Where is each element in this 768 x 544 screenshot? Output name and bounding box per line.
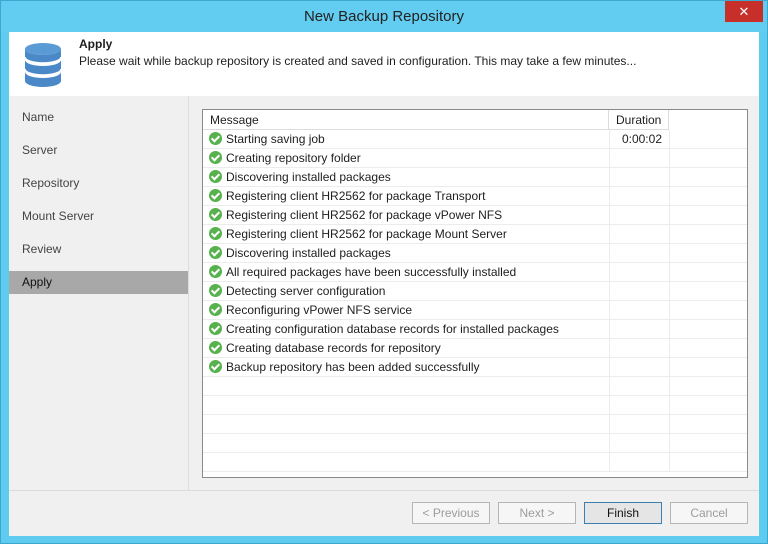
- step-title: Apply: [79, 37, 113, 51]
- database-icon: [24, 43, 62, 87]
- success-check-icon: [209, 341, 222, 354]
- wizard-window: New Backup Repository ✕ Apply Please wai…: [0, 0, 768, 544]
- row-message: Discovering installed packages: [226, 246, 391, 260]
- row-duration: [609, 225, 669, 243]
- close-icon: ✕: [738, 4, 750, 19]
- row-message: All required packages have been successf…: [226, 265, 517, 279]
- row-message: Reconfiguring vPower NFS service: [226, 303, 413, 317]
- wizard-header: Apply Please wait while backup repositor…: [9, 32, 759, 96]
- nav-item-repository[interactable]: Repository: [9, 172, 188, 195]
- row-message: Starting saving job: [226, 132, 325, 146]
- row-duration: [609, 301, 669, 319]
- row-message: Backup repository has been added success…: [226, 360, 480, 374]
- success-check-icon: [209, 360, 222, 373]
- table-row[interactable]: Detecting server configuration: [203, 282, 747, 301]
- success-check-icon: [209, 284, 222, 297]
- table-row[interactable]: Creating database records for repository: [203, 339, 747, 358]
- success-check-icon: [209, 170, 222, 183]
- nav-item-name[interactable]: Name: [9, 106, 188, 129]
- wizard-steps-nav: Name Server Repository Mount Server Revi…: [9, 96, 189, 490]
- success-check-icon: [209, 265, 222, 278]
- success-check-icon: [209, 132, 222, 145]
- table-row[interactable]: Reconfiguring vPower NFS service: [203, 301, 747, 320]
- table-row[interactable]: Discovering installed packages: [203, 168, 747, 187]
- success-check-icon: [209, 322, 222, 335]
- table-row[interactable]: Creating configuration database records …: [203, 320, 747, 339]
- table-row[interactable]: Registering client HR2562 for package vP…: [203, 206, 747, 225]
- window-title: New Backup Repository: [303, 8, 465, 25]
- row-message: Creating database records for repository: [226, 341, 441, 355]
- next-button[interactable]: Next >: [498, 502, 576, 524]
- row-duration: [609, 358, 669, 376]
- table-row[interactable]: Creating repository folder: [203, 149, 747, 168]
- row-message: Registering client HR2562 for package Mo…: [226, 227, 507, 241]
- column-header-duration[interactable]: Duration: [609, 110, 669, 130]
- empty-row: [203, 453, 747, 472]
- step-description: Please wait while backup repository is c…: [79, 54, 637, 68]
- close-button[interactable]: ✕: [725, 1, 763, 22]
- empty-row: [203, 377, 747, 396]
- table-row[interactable]: All required packages have been successf…: [203, 263, 747, 282]
- success-check-icon: [209, 227, 222, 240]
- wizard-client-area: Apply Please wait while backup repositor…: [9, 32, 759, 536]
- title-bar[interactable]: New Backup Repository ✕: [1, 1, 767, 32]
- row-duration: [609, 244, 669, 262]
- success-check-icon: [209, 151, 222, 164]
- row-duration: [609, 263, 669, 281]
- empty-row: [203, 434, 747, 453]
- row-message: Discovering installed packages: [226, 170, 391, 184]
- success-check-icon: [209, 246, 222, 259]
- row-duration: [609, 168, 669, 186]
- row-duration: [609, 320, 669, 338]
- row-duration: [609, 187, 669, 205]
- row-message: Detecting server configuration: [226, 284, 386, 298]
- table-row[interactable]: Discovering installed packages: [203, 244, 747, 263]
- row-message: Creating repository folder: [226, 151, 361, 165]
- column-header-message[interactable]: Message: [203, 110, 609, 130]
- row-duration: [609, 206, 669, 224]
- wizard-footer: < Previous Next > Finish Cancel: [9, 490, 759, 536]
- table-row[interactable]: Starting saving job 0:00:02: [203, 130, 747, 149]
- row-duration: [609, 282, 669, 300]
- success-check-icon: [209, 189, 222, 202]
- nav-item-apply[interactable]: Apply: [9, 271, 188, 294]
- empty-row: [203, 396, 747, 415]
- row-message: Registering client HR2562 for package Tr…: [226, 189, 486, 203]
- nav-item-mount-server[interactable]: Mount Server: [9, 205, 188, 228]
- row-duration: [609, 339, 669, 357]
- nav-item-server[interactable]: Server: [9, 139, 188, 162]
- table-row[interactable]: Registering client HR2562 for package Tr…: [203, 187, 747, 206]
- log-table[interactable]: Message Duration Starting saving job 0:00…: [202, 109, 748, 478]
- empty-row: [203, 415, 747, 434]
- table-row[interactable]: Backup repository has been added success…: [203, 358, 747, 377]
- log-rows: Starting saving job 0:00:02 Creating repo…: [203, 130, 747, 472]
- finish-button[interactable]: Finish: [584, 502, 662, 524]
- row-duration: 0:00:02: [609, 130, 669, 148]
- row-duration: [609, 149, 669, 167]
- cancel-button[interactable]: Cancel: [670, 502, 748, 524]
- previous-button[interactable]: < Previous: [412, 502, 490, 524]
- row-message: Registering client HR2562 for package vP…: [226, 208, 503, 222]
- success-check-icon: [209, 208, 222, 221]
- success-check-icon: [209, 303, 222, 316]
- row-message: Creating configuration database records …: [226, 322, 559, 336]
- table-row[interactable]: Registering client HR2562 for package Mo…: [203, 225, 747, 244]
- nav-item-review[interactable]: Review: [9, 238, 188, 261]
